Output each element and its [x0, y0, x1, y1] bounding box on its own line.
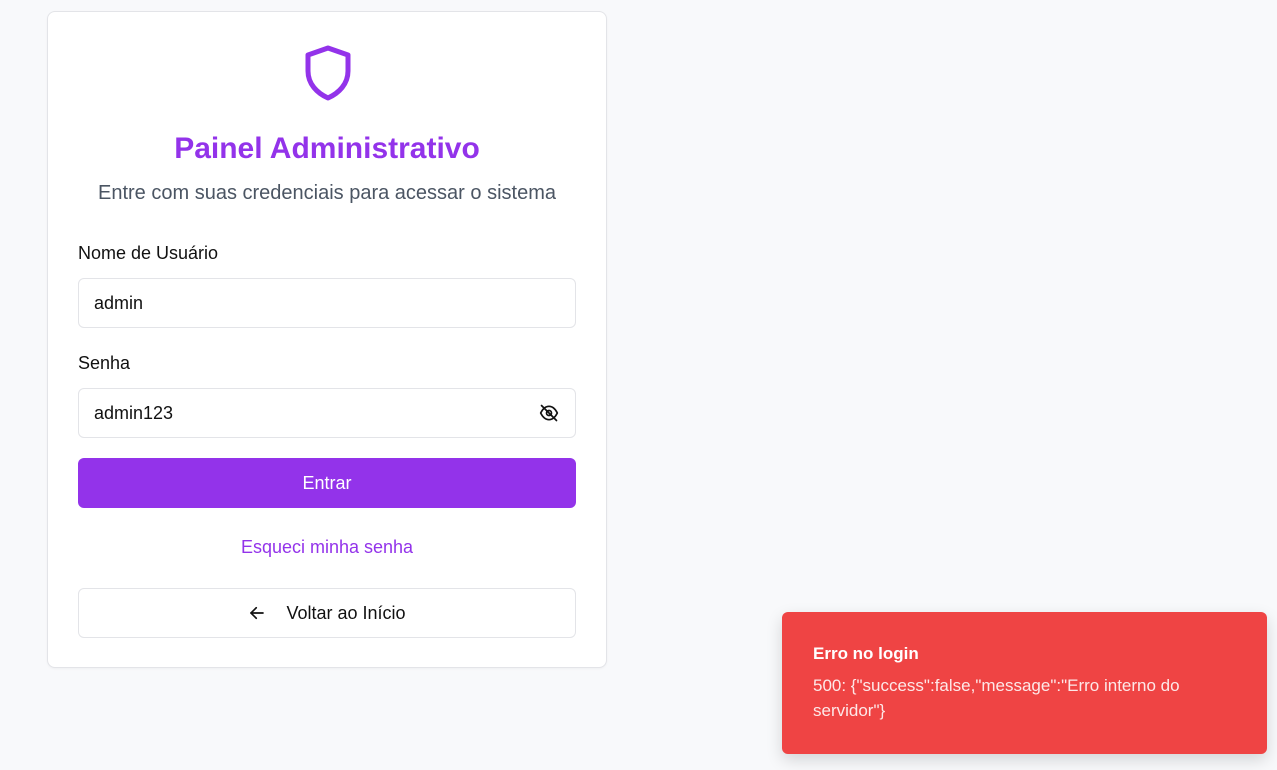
- forgot-password-row: Esqueci minha senha: [48, 537, 606, 558]
- toast-message: 500: {"success":false,"message":"Erro in…: [813, 676, 1180, 720]
- password-input[interactable]: admin123: [78, 388, 576, 438]
- page-subtitle: Entre com suas credenciais para acessar …: [98, 182, 556, 204]
- error-toast[interactable]: Erro no login 500: {"success":false,"mes…: [782, 612, 1267, 754]
- back-home-button[interactable]: Voltar ao Início: [78, 588, 576, 638]
- username-input[interactable]: admin: [78, 278, 576, 328]
- username-value: admin: [94, 292, 144, 313]
- page-title: Painel Administrativo: [174, 132, 480, 165]
- page: Painel Administrativo Entre com suas cre…: [0, 0, 1277, 770]
- shield-icon: [303, 44, 353, 102]
- eye-off-icon[interactable]: [538, 402, 560, 424]
- password-label: Senha: [78, 353, 131, 373]
- login-button[interactable]: Entrar: [78, 458, 576, 508]
- toast-title: Erro no login: [813, 644, 919, 663]
- back-home-label: Voltar ao Início: [286, 602, 406, 623]
- password-value: admin123: [94, 402, 174, 423]
- forgot-password-link[interactable]: Esqueci minha senha: [241, 537, 413, 557]
- login-card: Painel Administrativo Entre com suas cre…: [47, 11, 607, 668]
- username-label: Nome de Usuário: [78, 243, 219, 263]
- arrow-left-icon: [248, 603, 268, 623]
